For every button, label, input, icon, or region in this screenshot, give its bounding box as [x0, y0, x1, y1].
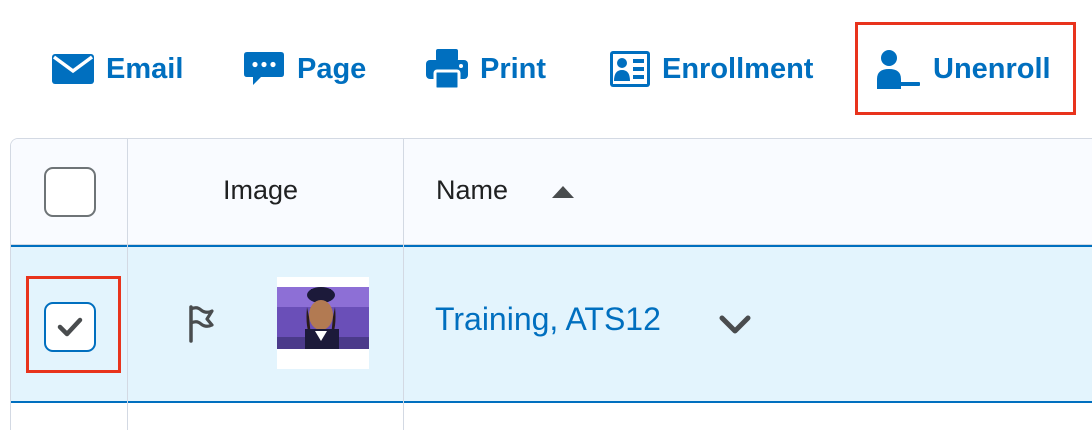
unenroll-button[interactable]: Unenroll	[877, 44, 1051, 94]
avatar	[277, 277, 369, 369]
sort-ascending-icon[interactable]	[552, 185, 574, 203]
toolbar: Email Page Print Enrollment Unenroll	[0, 0, 1092, 130]
table-header: Image Name	[11, 139, 1092, 245]
email-button[interactable]: Email	[52, 44, 183, 94]
table-row: Training, ATS12	[11, 245, 1092, 403]
unenroll-label: Unenroll	[933, 52, 1051, 85]
chevron-down-icon[interactable]	[719, 315, 751, 340]
column-divider	[127, 139, 128, 430]
email-label: Email	[106, 52, 184, 85]
chat-bubble-icon	[243, 50, 285, 88]
table-row	[11, 403, 1092, 430]
user-minus-icon	[877, 49, 921, 89]
user-name-link[interactable]: Training, ATS12	[435, 301, 661, 338]
column-header-name[interactable]: Name	[436, 175, 508, 206]
column-header-image: Image	[223, 175, 299, 205]
print-button[interactable]: Print	[426, 44, 546, 94]
row-checkbox[interactable]	[44, 302, 96, 352]
print-label: Print	[480, 52, 547, 85]
page-label: Page	[297, 52, 367, 85]
flag-icon[interactable]	[187, 305, 215, 348]
page-button[interactable]: Page	[243, 44, 366, 94]
enrollment-button[interactable]: Enrollment	[610, 44, 813, 94]
id-card-icon	[610, 51, 650, 87]
enrollment-label: Enrollment	[662, 52, 814, 85]
envelope-icon	[52, 54, 94, 84]
classlist-table: Image Name Training, ATS12	[10, 138, 1092, 430]
checkmark-icon	[57, 317, 83, 337]
printer-icon	[426, 49, 468, 89]
column-divider	[403, 139, 404, 430]
select-all-checkbox[interactable]	[44, 167, 96, 217]
